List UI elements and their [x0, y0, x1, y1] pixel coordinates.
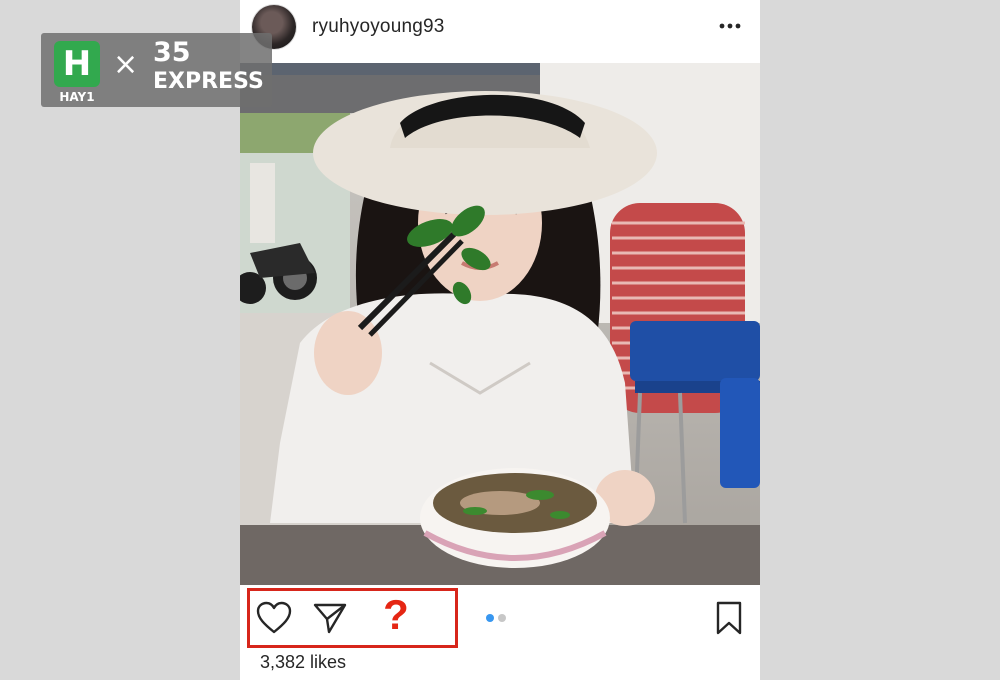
send-paper-plane-icon [313, 603, 347, 634]
carousel-indicator [486, 614, 506, 622]
partner-watermark: H HAY1 × 35 EXPRESS [41, 33, 272, 107]
carousel-dot [498, 614, 506, 622]
collab-separator: × [113, 47, 139, 82]
post-header: ryuhyoyoung93 [240, 0, 760, 62]
bookmark-outline-icon [716, 601, 742, 635]
instagram-post: ryuhyoyoung93 ? 3,382 likes [240, 0, 760, 680]
likes-count[interactable]: 3,382 likes [260, 652, 346, 673]
heart-outline-icon [256, 601, 292, 634]
more-options-button[interactable] [714, 12, 746, 40]
more-horizontal-icon [719, 23, 741, 29]
express-logo-word: EXPRESS [153, 69, 264, 94]
post-photo-illustration [240, 63, 760, 585]
carousel-dot-active [486, 614, 494, 622]
hay1-logo: H [54, 41, 100, 87]
express-logo-number: 35 [153, 37, 191, 68]
share-button[interactable] [312, 601, 348, 635]
hay1-logo-label: HAY1 [59, 90, 95, 104]
question-mark-icon: ? [383, 591, 409, 638]
post-photo[interactable] [240, 63, 760, 585]
save-button[interactable] [714, 600, 744, 636]
post-action-bar: ? [240, 585, 760, 655]
username-link[interactable]: ryuhyoyoung93 [312, 16, 445, 38]
like-button[interactable] [256, 601, 292, 635]
